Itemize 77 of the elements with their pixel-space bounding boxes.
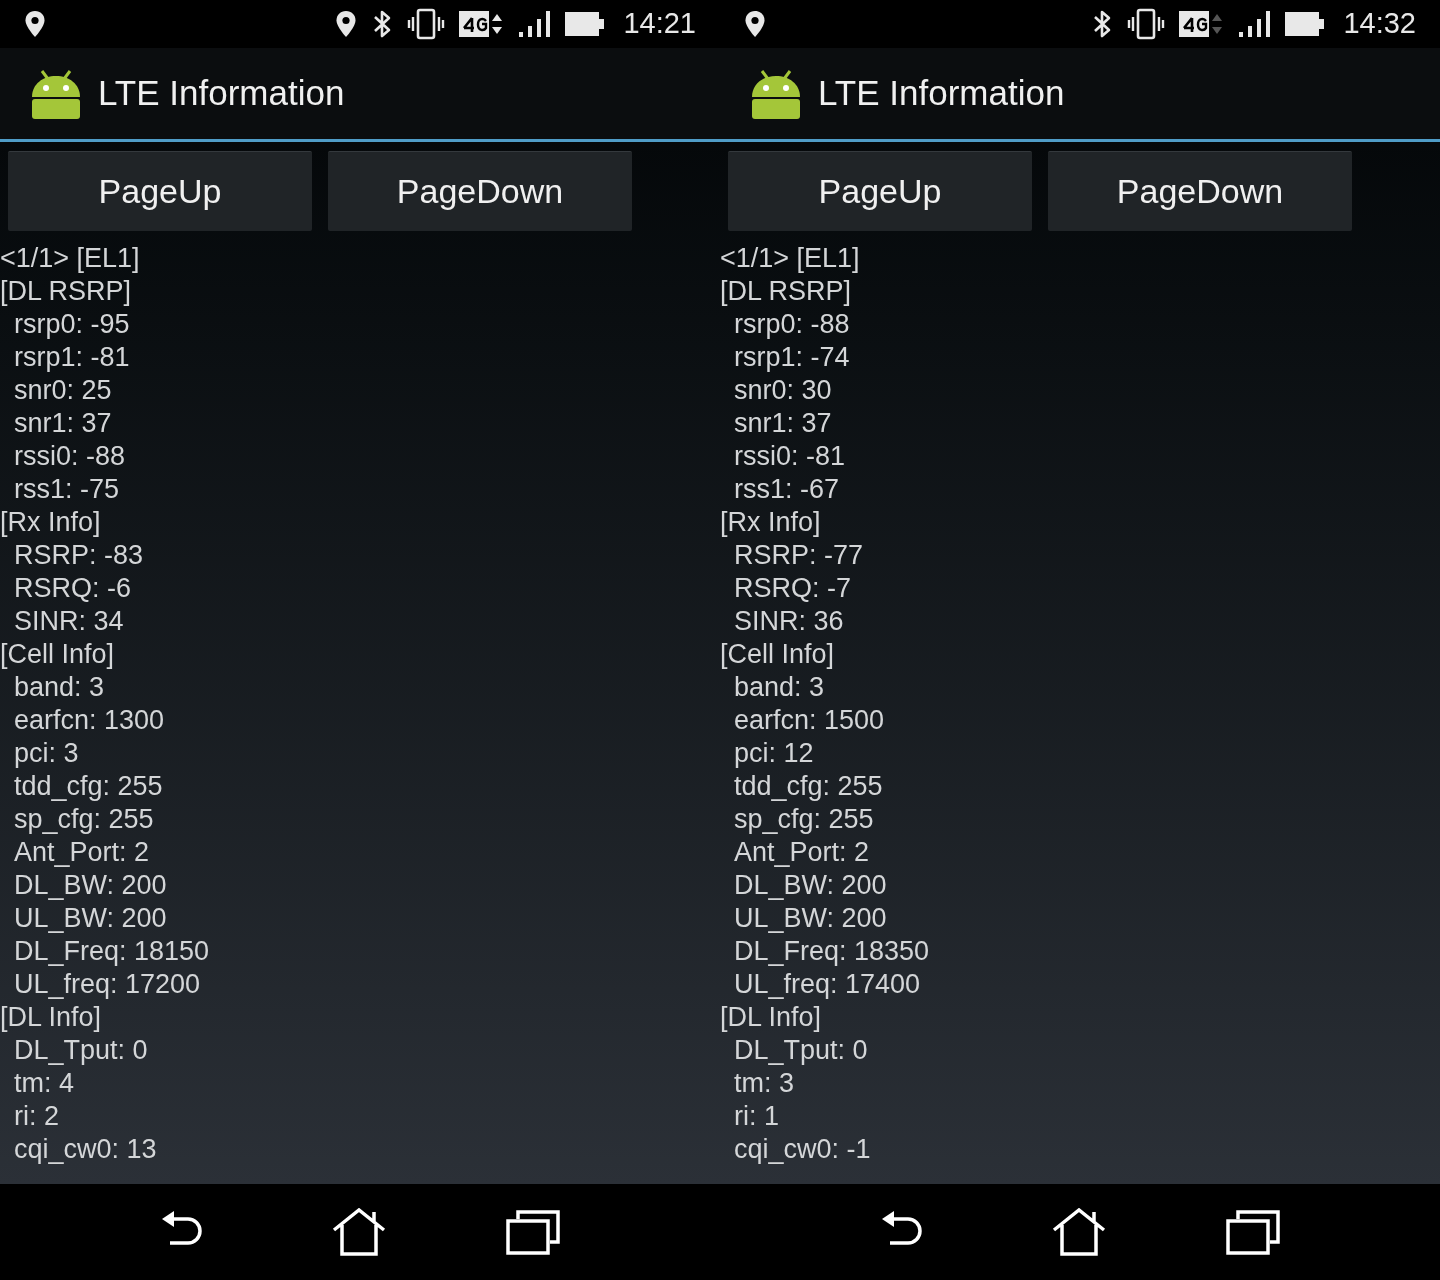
info-line: pci: 3 [14, 738, 79, 768]
info-line: rss1: -67 [734, 474, 840, 504]
info-line: earfcn: 1300 [14, 705, 165, 735]
info-line: DL_BW: 200 [14, 870, 167, 900]
location-icon [24, 10, 46, 38]
info-line: RSRP: -83 [14, 540, 144, 570]
info-line: DL_BW: 200 [734, 870, 887, 900]
info-line: tm: 4 [14, 1068, 74, 1098]
app-title: LTE Information [98, 72, 345, 115]
info-line: earfcn: 1500 [734, 705, 885, 735]
info-line: snr1: 37 [734, 408, 832, 438]
section-heading: [DL RSRP] [720, 276, 852, 306]
info-line: rsrp1: -81 [14, 342, 130, 372]
signal-icon [1239, 10, 1272, 38]
vibrate-icon [407, 8, 446, 40]
info-line: rsrp0: -95 [14, 309, 130, 339]
signal-icon [519, 10, 552, 38]
info-line: SINR: 34 [14, 606, 124, 636]
info-line: UL_freq: 17400 [734, 969, 921, 999]
info-line: band: 3 [734, 672, 825, 702]
section-heading: <1/1> [EL1] [720, 243, 860, 273]
info-line: rssi0: -88 [14, 441, 126, 471]
vibrate-icon [1127, 8, 1166, 40]
info-line: SINR: 36 [734, 606, 844, 636]
battery-icon [565, 11, 606, 37]
info-line: DL_Freq: 18350 [734, 936, 930, 966]
section-heading: <1/1> [EL1] [0, 243, 140, 273]
info-line: UL_BW: 200 [14, 903, 167, 933]
recent-apps-icon [1226, 1209, 1280, 1255]
info-line: ri: 1 [734, 1101, 779, 1131]
section-heading: [Rx Info] [0, 507, 101, 537]
clock: 14:32 [1343, 6, 1416, 42]
info-line: RSRQ: -7 [734, 573, 852, 603]
info-line: snr1: 37 [14, 408, 112, 438]
info-line: rss1: -75 [14, 474, 120, 504]
info-line: rsrp1: -74 [734, 342, 850, 372]
home-icon [332, 1208, 386, 1256]
info-line: tm: 3 [734, 1068, 794, 1098]
info-line: pci: 12 [734, 738, 814, 768]
page-button[interactable]: PageUp [8, 151, 312, 231]
battery-icon [1285, 11, 1326, 37]
info-line: sp_cfg: 255 [14, 804, 154, 834]
section-heading: [Rx Info] [720, 507, 821, 537]
page-button[interactable]: PageDown [328, 151, 632, 231]
info-line: tdd_cfg: 255 [14, 771, 163, 801]
clock: 14:21 [623, 6, 696, 42]
info-line: RSRQ: -6 [14, 573, 132, 603]
page-button[interactable]: PageUp [728, 151, 1032, 231]
location-icon [744, 10, 766, 38]
section-heading: [Cell Info] [0, 639, 115, 669]
info-line: tdd_cfg: 255 [734, 771, 883, 801]
info-line: snr0: 30 [734, 375, 832, 405]
info-line: UL_freq: 17200 [14, 969, 201, 999]
info-line: DL_Freq: 18150 [14, 936, 210, 966]
section-heading: [DL Info] [720, 1002, 822, 1032]
info-line: sp_cfg: 255 [734, 804, 874, 834]
info-line: ri: 2 [14, 1101, 59, 1131]
info-line: snr0: 25 [14, 375, 112, 405]
info-line: rssi0: -81 [734, 441, 846, 471]
section-heading: [DL RSRP] [0, 276, 132, 306]
info-line: Ant_Port: 2 [734, 837, 870, 867]
section-heading: [DL Info] [0, 1002, 102, 1032]
info-line: rsrp0: -88 [734, 309, 850, 339]
info-line: Ant_Port: 2 [14, 837, 150, 867]
location-icon [335, 10, 358, 38]
section-heading: [Cell Info] [720, 639, 835, 669]
home-icon [1052, 1208, 1106, 1256]
app-title: LTE Information [818, 72, 1065, 115]
info-line: RSRP: -77 [734, 540, 864, 570]
info-line: DL_Tput: 0 [14, 1035, 148, 1065]
info-line: cqi_cw0: 13 [14, 1134, 157, 1164]
info-line: cqi_cw0: -1 [734, 1134, 871, 1164]
info-line: band: 3 [14, 672, 105, 702]
page-button[interactable]: PageDown [1048, 151, 1352, 231]
recent-apps-icon [506, 1209, 560, 1255]
info-line: UL_BW: 200 [734, 903, 887, 933]
info-line: DL_Tput: 0 [734, 1035, 868, 1065]
